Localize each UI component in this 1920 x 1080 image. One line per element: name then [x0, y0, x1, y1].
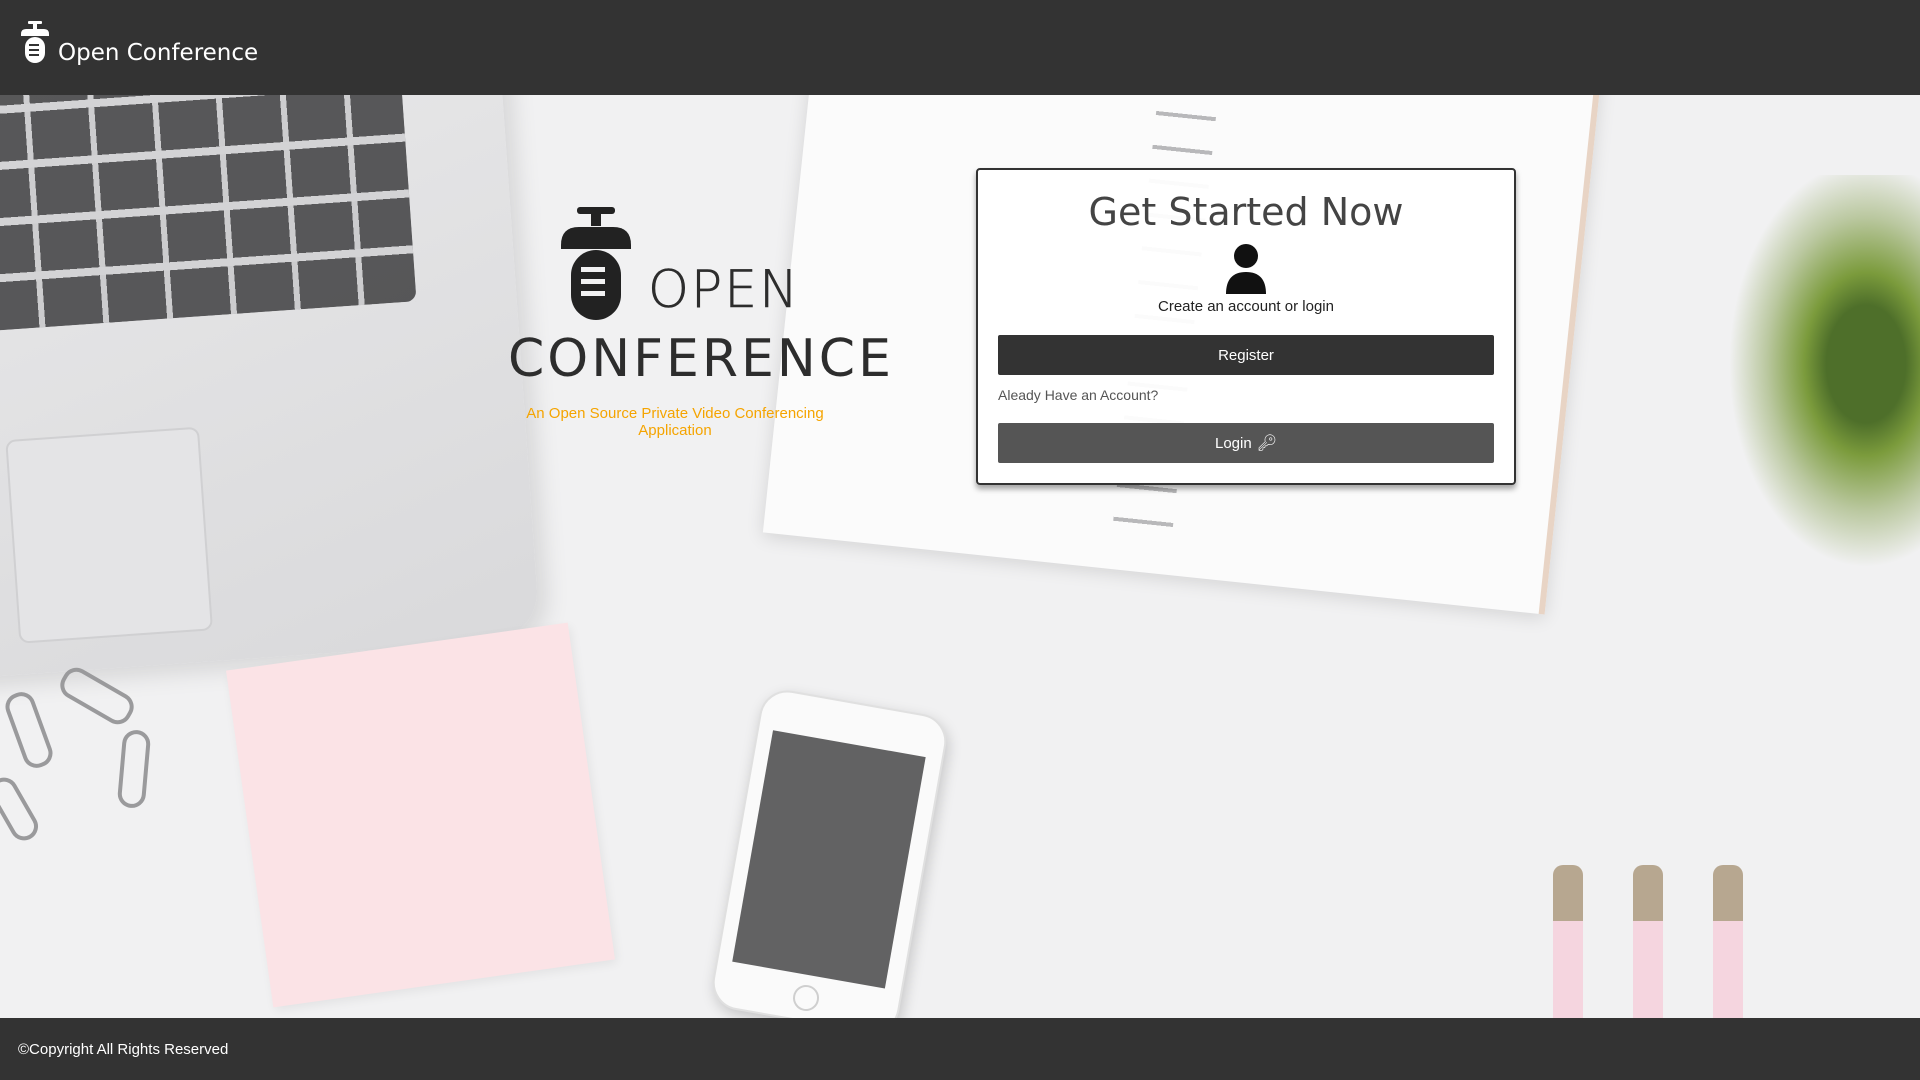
app-name: Open Conference: [58, 39, 259, 66]
brand-link[interactable]: Open Conference: [17, 20, 259, 70]
hero-title-line2: CONFERENCE: [508, 329, 894, 389]
sticky-note-image: [226, 622, 615, 1008]
card-title: Get Started Now: [1088, 190, 1404, 234]
paperclip-image: [0, 772, 44, 846]
hero-title-line1: OPEN: [648, 260, 801, 321]
paperclip-image: [1, 688, 57, 772]
plant-image: [1710, 175, 1920, 595]
key-icon: 🔑︎: [1256, 435, 1277, 452]
microphone-logo-icon: [21, 20, 49, 63]
card-subtitle: Create an account or login: [1158, 298, 1334, 315]
hero-tagline: An Open Source Private Video Conferencin…: [526, 405, 824, 439]
phone-image: [708, 686, 951, 1018]
copyright-text: ©Copyright All Rights Reserved: [18, 1040, 229, 1058]
pen-image: [1633, 865, 1663, 1018]
background-desk-scene: [0, 95, 1920, 1018]
register-button[interactable]: Register: [998, 335, 1494, 375]
paperclip-image: [116, 728, 152, 810]
microphone-logo-icon: [561, 207, 631, 320]
login-button[interactable]: Login 🔑︎: [998, 423, 1494, 463]
top-navbar: Open Conference: [0, 0, 1920, 95]
login-button-label: Login: [1214, 434, 1252, 452]
pen-image: [1713, 865, 1743, 1018]
register-button-label: Register: [1218, 346, 1274, 364]
footer-bar: ©Copyright All Rights Reserved: [0, 1018, 1920, 1080]
user-icon: [1226, 244, 1266, 294]
pen-image: [1553, 865, 1583, 1018]
paperclip-image: [55, 662, 139, 730]
laptop-image: [0, 95, 541, 681]
already-have-account-text: Aleady Have an Account?: [998, 387, 1159, 403]
get-started-card: Get Started Now Create an account or log…: [976, 168, 1516, 485]
